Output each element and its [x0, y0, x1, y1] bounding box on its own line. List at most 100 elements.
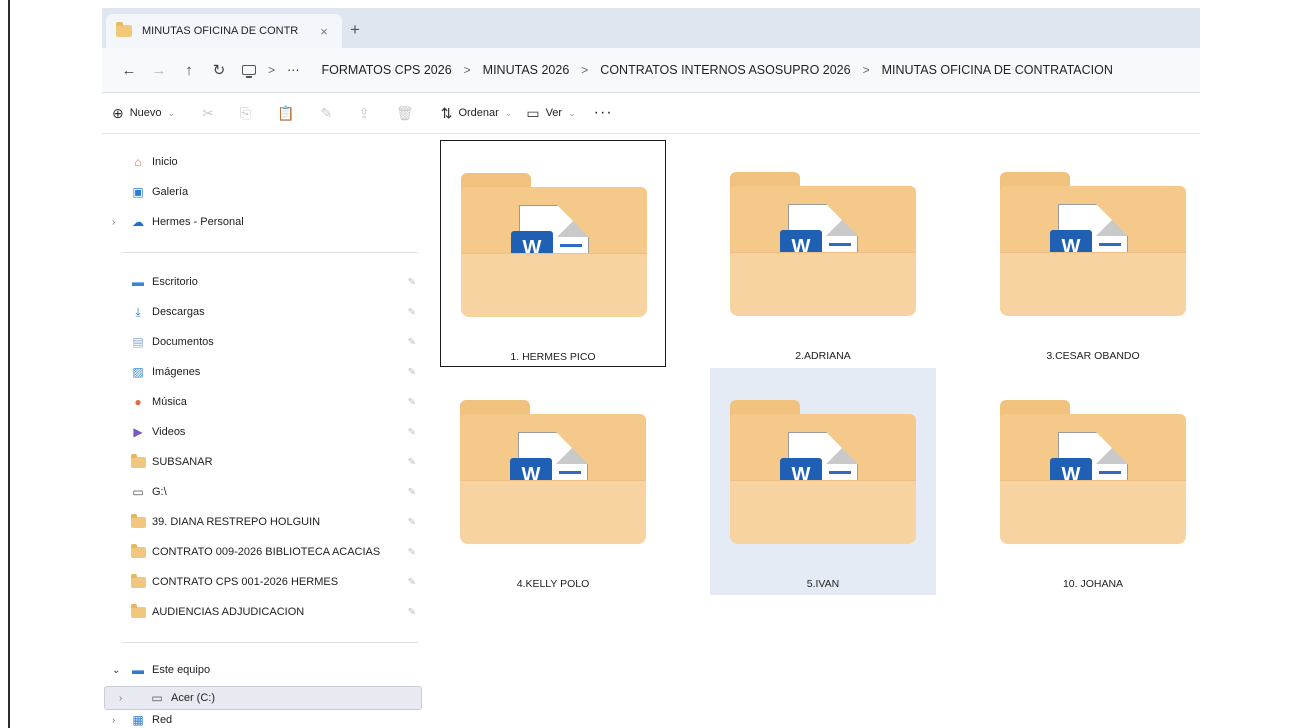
back-button[interactable]: ←: [114, 56, 144, 84]
navigation-pane: ⌂ Inicio ▣ Galería › ☁ Hermes - Personal…: [102, 134, 428, 728]
forward-button[interactable]: →: [144, 56, 174, 84]
sort-button[interactable]: ⇅ Ordenar ⌄: [441, 105, 513, 122]
folder-icon: W: [1000, 396, 1186, 544]
chevron-down-icon: ⌄: [167, 107, 176, 118]
folder-icon: [116, 22, 132, 37]
sidebar-item-escritorio[interactable]: ▬ Escritorio ✎: [130, 270, 422, 294]
documents-icon: ▤: [132, 335, 144, 349]
folder-tile[interactable]: W 5.IVAN: [710, 368, 936, 595]
sidebar-item-galeria[interactable]: ▣ Galería: [130, 180, 450, 204]
network-icon: ▦: [132, 713, 144, 727]
share-icon[interactable]: ⇪: [358, 105, 370, 122]
pin-icon[interactable]: ✎: [408, 307, 416, 318]
drive-icon: ▭: [151, 691, 163, 705]
folder-label: 4.KELLY POLO: [516, 578, 590, 590]
sidebar-item-inicio[interactable]: ⌂ Inicio: [130, 150, 450, 174]
folder-icon: W: [730, 396, 916, 544]
view-label: Ver: [545, 107, 563, 119]
videos-icon: ▶: [133, 425, 143, 439]
cut-icon[interactable]: ✂: [202, 105, 214, 122]
sidebar-item-subsanar[interactable]: SUBSANAR ✎: [130, 450, 422, 474]
paste-icon[interactable]: 📋: [277, 105, 294, 122]
view-button[interactable]: ▭ Ver ⌄: [526, 105, 575, 122]
desktop-icon: ▬: [132, 275, 144, 289]
pin-icon[interactable]: ✎: [408, 487, 416, 498]
folder-tile[interactable]: W 3.CESAR OBANDO: [980, 140, 1206, 367]
delete-icon[interactable]: 🗑: [396, 105, 414, 122]
breadcrumb-item-minutas-oficina[interactable]: MINUTAS OFICINA DE CONTRATACION: [882, 63, 1113, 77]
folder-tile[interactable]: W 10. JOHANA: [980, 368, 1206, 595]
sidebar-item-contrato-009[interactable]: CONTRATO 009-2026 BIBLIOTECA ACACIAS ✎: [130, 540, 422, 564]
sidebar-item-musica[interactable]: ● Música ✎: [130, 390, 422, 414]
folder-label: 5.IVAN: [806, 578, 840, 590]
sidebar-item-audiencias[interactable]: AUDIENCIAS ADJUDICACION ✎: [130, 600, 422, 624]
pin-icon[interactable]: ✎: [408, 607, 416, 618]
chevron-down-icon[interactable]: ⌄: [112, 665, 120, 676]
refresh-button[interactable]: ↻: [204, 56, 234, 84]
new-label: Nuevo: [129, 107, 162, 119]
folder-icon: [130, 573, 146, 589]
cloud-icon: ☁: [132, 215, 144, 229]
chevron-right-icon[interactable]: ›: [112, 217, 115, 228]
chevron-right-icon[interactable]: ›: [112, 715, 115, 726]
folder-icon: W: [460, 396, 646, 544]
folder-tile[interactable]: W 2.ADRIANA: [710, 140, 936, 367]
file-explorer-window: MINUTAS OFICINA DE CONTR × + ← → ↑ ↻ > ·…: [102, 8, 1200, 728]
folder-icon: W: [461, 169, 647, 317]
sidebar-item-videos[interactable]: ▶ Videos ✎: [130, 420, 422, 444]
rename-icon[interactable]: ✎: [320, 105, 332, 122]
sidebar-item-contrato-cps-001[interactable]: CONTRATO CPS 001-2026 HERMES ✎: [130, 570, 422, 594]
folder-icon: W: [1000, 168, 1186, 316]
add-tab-button[interactable]: +: [350, 20, 360, 40]
sidebar-item-imagenes[interactable]: ▨ Imágenes ✎: [130, 360, 422, 384]
breadcrumb: > ··· FORMATOS CPS 2026 > MINUTAS 2026 >…: [242, 63, 1113, 78]
pin-icon[interactable]: ✎: [408, 427, 416, 438]
folder-label: 1. HERMES PICO: [510, 351, 596, 363]
more-options-button[interactable]: ···: [594, 104, 613, 122]
music-icon: ●: [134, 395, 142, 409]
pin-icon[interactable]: ✎: [408, 457, 416, 468]
view-icon: ▭: [526, 104, 540, 121]
breadcrumb-item-minutas-2026[interactable]: MINUTAS 2026: [483, 63, 570, 77]
this-pc-icon: ▬: [132, 663, 144, 677]
sidebar-item-descargas[interactable]: ⤓ Descargas ✎: [130, 300, 422, 324]
folder-label: 10. JOHANA: [1062, 578, 1124, 590]
pin-icon[interactable]: ✎: [408, 547, 416, 558]
copy-icon[interactable]: ⎘: [240, 105, 251, 122]
pin-icon[interactable]: ✎: [408, 517, 416, 528]
breadcrumb-item-contratos-internos[interactable]: CONTRATOS INTERNOS ASOSUPRO 2026: [600, 63, 850, 77]
divider: [122, 642, 418, 643]
sidebar-item-hermes-personal[interactable]: › ☁ Hermes - Personal: [102, 210, 422, 234]
folder-icon: [130, 513, 146, 529]
divider: [122, 252, 418, 253]
up-button[interactable]: ↑: [174, 56, 204, 84]
pin-icon[interactable]: ✎: [408, 277, 416, 288]
chevron-down-icon: ⌄: [568, 107, 576, 118]
drive-icon: ▭: [132, 485, 144, 499]
breadcrumb-separator: >: [581, 63, 589, 77]
new-button[interactable]: ⊕ Nuevo ⌄: [112, 105, 175, 122]
folder-grid: W 1. HERMES PICO W 2.ADRIANA W 3.CESAR O…: [432, 134, 1200, 728]
home-icon: ⌂: [134, 155, 142, 169]
pin-icon[interactable]: ✎: [408, 367, 416, 378]
computer-icon[interactable]: [242, 65, 256, 78]
folder-tile[interactable]: W 4.KELLY POLO: [440, 368, 666, 595]
sidebar-item-acer-c[interactable]: › ▭ Acer (C:): [104, 686, 422, 710]
sort-icon: ⇅: [440, 104, 453, 121]
pin-icon[interactable]: ✎: [408, 397, 416, 408]
sidebar-item-documentos[interactable]: ▤ Documentos ✎: [130, 330, 422, 354]
pin-icon[interactable]: ✎: [408, 577, 416, 588]
folder-tile[interactable]: W 1. HERMES PICO: [440, 140, 666, 367]
sidebar-item-este-equipo[interactable]: ⌄ ▬ Este equipo: [102, 658, 422, 682]
pin-icon[interactable]: ✎: [408, 337, 416, 348]
chevron-right-icon[interactable]: ›: [119, 693, 122, 704]
tab-minutas[interactable]: MINUTAS OFICINA DE CONTR ×: [106, 14, 342, 48]
address-bar: ← → ↑ ↻ > ··· FORMATOS CPS 2026 > MINUTA…: [102, 48, 1200, 92]
close-icon[interactable]: ×: [316, 24, 332, 39]
sidebar-item-red[interactable]: › ▦ Red: [102, 712, 422, 728]
breadcrumb-item-formatos[interactable]: FORMATOS CPS 2026: [322, 63, 452, 77]
sidebar-item-g-drive[interactable]: ▭ G:\ ✎: [130, 480, 422, 504]
breadcrumb-more[interactable]: ···: [287, 63, 300, 77]
sidebar-item-diana-restrepo[interactable]: 39. DIANA RESTREPO HOLGUIN ✎: [130, 510, 422, 534]
tab-bar: MINUTAS OFICINA DE CONTR × +: [102, 8, 1200, 48]
